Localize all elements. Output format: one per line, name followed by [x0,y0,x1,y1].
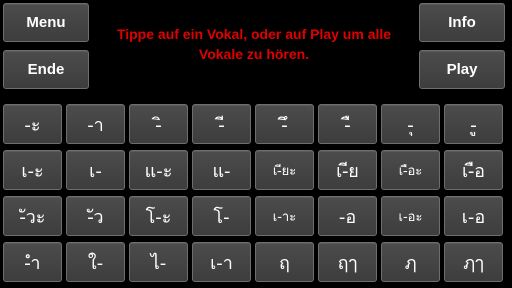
vowel-grid: -ะ -า -ิ -ี -ึ -ื -ุ -ู เ-ะ เ- แ-ะ แ- เ-… [3,104,506,284]
end-button[interactable]: Ende [3,50,89,89]
vowel-button[interactable]: -ัวะ [3,196,62,236]
vowel-button[interactable]: ใ- [66,242,125,282]
vowel-button[interactable]: แ- [192,150,251,190]
vowel-button[interactable]: -ำ [3,242,62,282]
vowel-button[interactable]: ไ- [129,242,188,282]
vowel-button[interactable]: -ึ [255,104,314,144]
vowel-button[interactable]: เ-ีย [318,150,377,190]
vowel-button[interactable]: -า [66,104,125,144]
vowel-button[interactable]: -ี [192,104,251,144]
info-button[interactable]: Info [419,3,505,42]
vowel-button[interactable]: ฤ [255,242,314,282]
vowel-button[interactable]: ฤๅ [318,242,377,282]
vowel-button[interactable]: โ-ะ [129,196,188,236]
vowel-button[interactable]: เ-ียะ [255,150,314,190]
vowel-button[interactable]: -ู [444,104,503,144]
vowel-button[interactable]: เ- [66,150,125,190]
vowel-button[interactable]: -ื [318,104,377,144]
vowel-button[interactable]: แ-ะ [129,150,188,190]
vowel-button[interactable]: -อ [318,196,377,236]
vowel-button[interactable]: โ- [192,196,251,236]
menu-button[interactable]: Menu [3,3,89,42]
vowel-button[interactable]: -ุ [381,104,440,144]
instruction-text: Tippe auf ein Vokal, oder auf Play um al… [116,26,392,62]
vowel-button[interactable]: เ-ะ [3,150,62,190]
vowel-button[interactable]: เ-อ [444,196,503,236]
vowel-button[interactable]: เ-ือะ [381,150,440,190]
vowel-button[interactable]: -ิ [129,104,188,144]
play-button[interactable]: Play [419,50,505,89]
vowel-button[interactable]: เ-ือ [444,150,503,190]
vowel-button[interactable]: เ-า [192,242,251,282]
vowel-button[interactable]: เ-อะ [381,196,440,236]
vowel-button[interactable]: ฦๅ [444,242,503,282]
vowel-button[interactable]: -ัว [66,196,125,236]
vowel-button[interactable]: -ะ [3,104,62,144]
vowel-button[interactable]: เ-าะ [255,196,314,236]
vowel-button[interactable]: ฦ [381,242,440,282]
